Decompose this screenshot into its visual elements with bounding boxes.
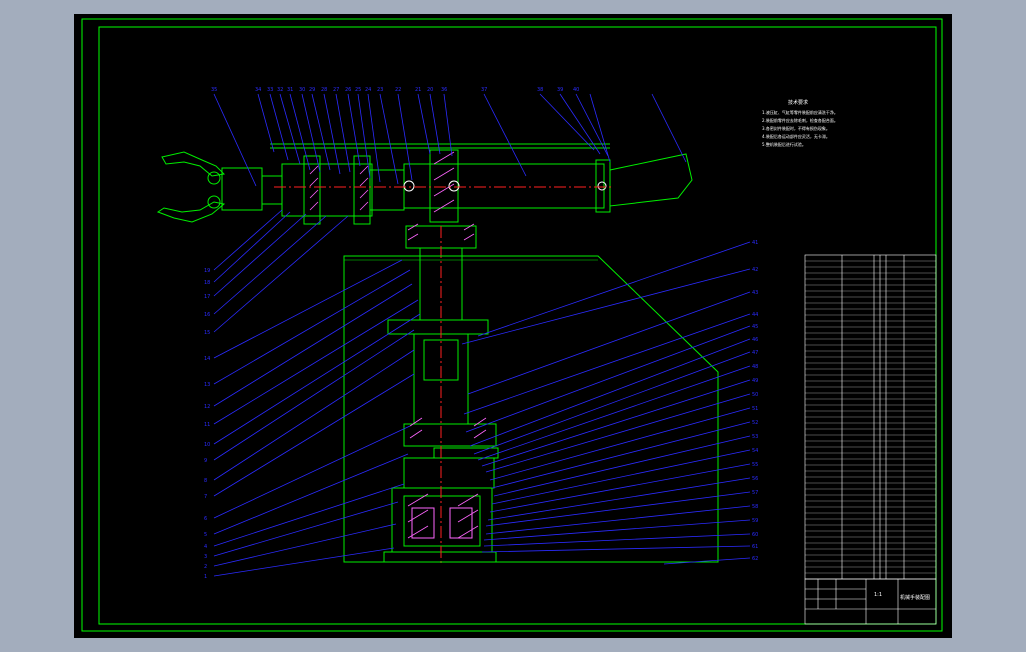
- balloon-number: 27: [333, 87, 339, 93]
- gear: [449, 507, 473, 539]
- balloon-number: 26: [345, 87, 351, 93]
- leader-lines: [213, 93, 751, 577]
- balloon-number: 18: [204, 280, 210, 286]
- drawing-sheet: 技术要求 1.液压缸、气缸等零件装配前应清洗干净。 2.装配前零件应去除毛刺，检…: [74, 14, 952, 638]
- arm-assembly: [156, 143, 693, 225]
- bom-rows: [805, 260, 936, 574]
- balloon-number: 57: [752, 490, 758, 496]
- balloon-number: 34: [255, 87, 261, 93]
- balloon-number: 19: [204, 268, 210, 274]
- balloon-number: 12: [204, 404, 210, 410]
- tech-note: 2.装配前零件应去除毛刺，检查各配合面。: [762, 117, 838, 123]
- balloon-number: 3: [204, 554, 207, 560]
- balloon-number: 36: [441, 87, 447, 93]
- wrist-cylinder: [281, 163, 373, 217]
- balloon-number: 10: [204, 442, 210, 448]
- base-housing-outer: [391, 487, 493, 553]
- coupling-block: [369, 169, 405, 211]
- balloon-number: 21: [415, 87, 421, 93]
- balloon-number: 11: [204, 422, 210, 428]
- balloon-number: 14: [204, 356, 210, 362]
- balloon-number: 29: [309, 87, 315, 93]
- balloon-number: 23: [377, 87, 383, 93]
- column-flange: [387, 319, 489, 335]
- drawing-scale: 1:1: [874, 592, 882, 598]
- balloon-number: 49: [752, 378, 758, 384]
- wrist-housing: [261, 175, 283, 205]
- balloon-number: 44: [752, 312, 758, 318]
- balloon-number: 48: [752, 364, 758, 370]
- technical-requirements: 技术要求 1.液压缸、气缸等零件装配前应清洗干净。 2.装配前零件应去除毛刺，检…: [762, 99, 838, 147]
- gear-housing: [403, 457, 495, 489]
- balloon-number: 37: [481, 87, 487, 93]
- parts-list: [804, 254, 937, 580]
- balloon-number: 35: [211, 87, 217, 93]
- balloon-number: 15: [204, 330, 210, 336]
- section-hatch: [309, 151, 455, 213]
- balloon-number: 33: [267, 87, 273, 93]
- balloon-number: 53: [752, 434, 758, 440]
- gripper-lower-jaw: [156, 201, 226, 223]
- arm-bracket: [609, 153, 693, 207]
- balloon-number: 1: [204, 574, 207, 580]
- drawing-name: 机械手装配图: [900, 594, 930, 601]
- balloon-number: 60: [752, 532, 758, 538]
- balloon-number: 58: [752, 504, 758, 510]
- balloon-number: 40: [573, 87, 579, 93]
- balloon-number: 6: [204, 516, 207, 522]
- balloon-number: 45: [752, 324, 758, 330]
- tech-note: 4.装配后各运动部件应灵活，无卡滞。: [762, 133, 830, 139]
- balloon-number: 41: [752, 240, 758, 246]
- balloon-number: 43: [752, 290, 758, 296]
- jaw-roller: [207, 171, 221, 185]
- base-cabinet: [343, 255, 719, 563]
- balloon-number: 2: [204, 564, 207, 570]
- balloon-number: 39: [557, 87, 563, 93]
- title-block: 机械手装配图 1:1: [804, 578, 937, 625]
- assembly-drawing: 技术要求 1.液压缸、气缸等零件装配前应清洗干净。 2.装配前零件应去除毛刺，检…: [81, 18, 943, 632]
- balloon-number: 28: [321, 87, 327, 93]
- balloon-number: 25: [355, 87, 361, 93]
- tech-title: 技术要求: [788, 99, 808, 106]
- balloon-number: 24: [365, 87, 371, 93]
- balloon-number: 54: [752, 448, 758, 454]
- balloon-number: 50: [752, 392, 758, 398]
- cylinder-end-cap: [429, 149, 459, 223]
- balloon-number: 42: [752, 267, 758, 273]
- gripper-body: [221, 167, 263, 211]
- balloon-number: 5: [204, 532, 207, 538]
- balloon-number: 56: [752, 476, 758, 482]
- balloon-number: 61: [752, 544, 758, 550]
- balloon-number: 46: [752, 337, 758, 343]
- rod-end-pin: [597, 181, 607, 191]
- tech-note: 1.液压缸、气缸等零件装配前应清洗干净。: [762, 109, 838, 115]
- column-mid-flange: [403, 423, 497, 447]
- balloon-number: 38: [537, 87, 543, 93]
- balloon-number: 52: [752, 420, 758, 426]
- balloon-number: 17: [204, 294, 210, 300]
- balloon-number: 30: [299, 87, 305, 93]
- balloon-number: 16: [204, 312, 210, 318]
- tech-note: 3.各密封件装配时，不得有损伤现象。: [762, 125, 830, 131]
- balloon-number: 20: [427, 87, 433, 93]
- balloon-number: 51: [752, 406, 758, 412]
- balloon-number: 7: [204, 494, 207, 500]
- balloon-number: 55: [752, 462, 758, 468]
- piston-pin: [403, 180, 415, 192]
- balloon-number: 13: [204, 382, 210, 388]
- balloon-number: 59: [752, 518, 758, 524]
- balloon-number: 9: [204, 458, 207, 464]
- main-arm-cylinder: [403, 163, 605, 209]
- balloon-number: 62: [752, 556, 758, 562]
- cad-viewport[interactable]: 技术要求 1.液压缸、气缸等零件装配前应清洗干净。 2.装配前零件应去除毛刺，检…: [0, 0, 1026, 652]
- tech-note: 5.整机装配后进行试验。: [762, 141, 806, 147]
- balloon-number: 8: [204, 478, 207, 484]
- balloon-number: 22: [395, 87, 401, 93]
- balloon-number: 31: [287, 87, 293, 93]
- balloon-number: 4: [204, 544, 207, 550]
- balloon-number: 47: [752, 350, 758, 356]
- balloon-number: 32: [277, 87, 283, 93]
- base-plate: [383, 551, 497, 563]
